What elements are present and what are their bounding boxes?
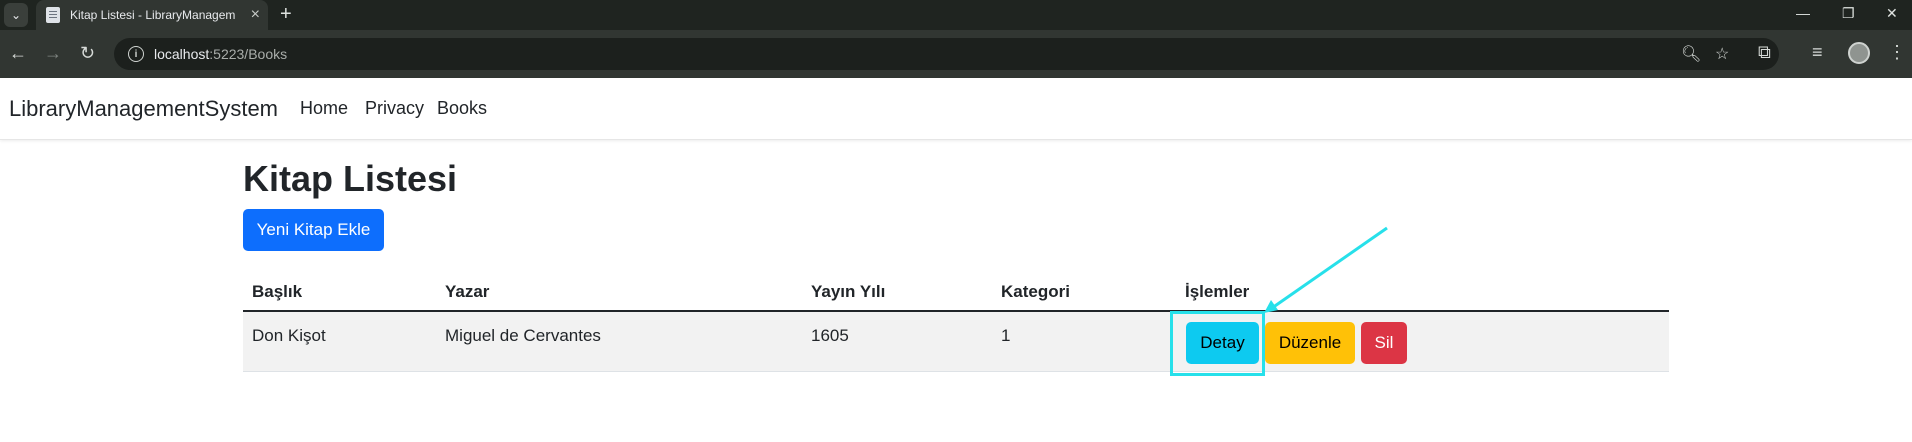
annotation-arrow-icon (1264, 226, 1388, 313)
